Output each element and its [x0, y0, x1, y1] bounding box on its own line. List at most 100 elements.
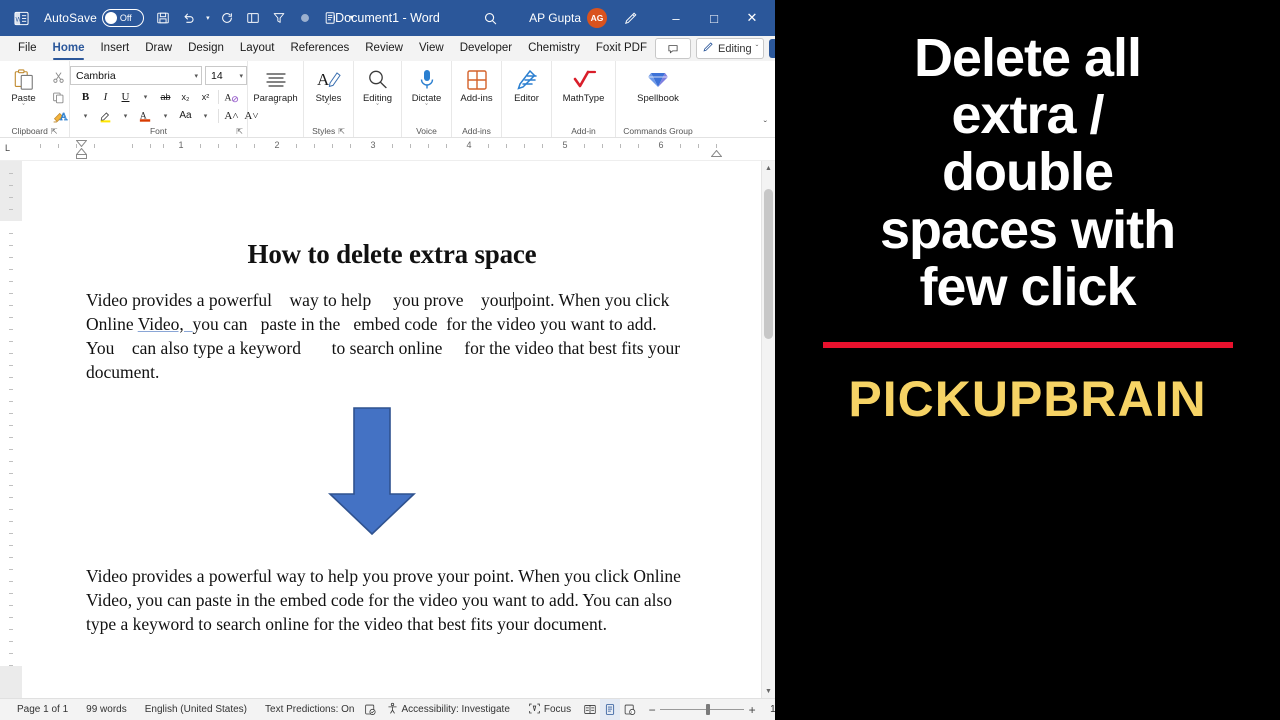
zoom-track[interactable] — [660, 709, 744, 710]
vertical-ruler[interactable] — [0, 161, 22, 698]
grow-font-button[interactable]: A˄ — [222, 107, 241, 124]
new-comment-icon[interactable] — [240, 5, 266, 31]
tab-layout[interactable]: Layout — [232, 36, 283, 61]
font-dialog-launcher-icon[interactable]: ⇱ — [236, 127, 243, 136]
document-page-scroll[interactable]: How to delete extra space Video provides… — [22, 161, 775, 698]
bold-button[interactable]: B — [76, 88, 95, 105]
add-ins-button[interactable]: Add-ins — [454, 65, 500, 104]
tab-review[interactable]: Review — [357, 36, 411, 61]
undo-icon[interactable] — [176, 5, 202, 31]
underline-chevron-down-icon[interactable]: ▾ — [136, 88, 155, 105]
editing-mode-button[interactable]: Editing ˇ — [696, 38, 764, 59]
proofing-icon[interactable] — [364, 699, 377, 720]
tab-design[interactable]: Design — [180, 36, 232, 61]
editor-button[interactable]: Editor — [504, 65, 550, 104]
font-size-combobox[interactable]: 14 ▾ — [205, 66, 247, 85]
tab-references[interactable]: References — [282, 36, 357, 61]
touch-mode-icon[interactable] — [292, 5, 318, 31]
tab-insert[interactable]: Insert — [92, 36, 137, 61]
tab-developer[interactable]: Developer — [452, 36, 520, 61]
status-accessibility[interactable]: Accessibility: Investigate — [377, 699, 519, 720]
change-case-chevron-down-icon[interactable]: ▾ — [196, 107, 215, 124]
zoom-level[interactable]: 120% — [764, 704, 775, 715]
redo-icon[interactable] — [214, 5, 240, 31]
save-icon[interactable] — [150, 5, 176, 31]
down-arrow-shape[interactable] — [327, 406, 417, 536]
scroll-down-icon[interactable]: ▼ — [762, 684, 775, 698]
comment-icon[interactable] — [655, 38, 691, 59]
down-arrow-shape-container[interactable] — [22, 406, 762, 536]
highlight-icon[interactable] — [96, 107, 115, 124]
status-word-count[interactable]: 99 words — [77, 699, 136, 720]
pen-icon[interactable] — [617, 5, 643, 31]
read-mode-icon[interactable] — [580, 699, 600, 720]
close-button[interactable]: ✕ — [733, 0, 771, 36]
cut-icon[interactable] — [49, 68, 69, 86]
tab-chemistry[interactable]: Chemistry — [520, 36, 588, 61]
share-button[interactable]: ˇ — [769, 39, 775, 58]
left-indent-marker[interactable] — [76, 154, 87, 159]
underline-button[interactable]: U — [116, 88, 135, 105]
document-vertical-scrollbar[interactable]: ▲ ▼ — [761, 161, 775, 698]
superscript-button[interactable]: x² — [196, 88, 215, 105]
right-indent-marker[interactable] — [711, 150, 722, 157]
zoom-handle[interactable] — [706, 704, 710, 715]
scrollbar-thumb[interactable] — [764, 189, 773, 339]
filter-icon[interactable] — [266, 5, 292, 31]
change-case-button[interactable]: Aa — [176, 107, 195, 124]
subscript-button[interactable]: x₂ — [176, 88, 195, 105]
status-focus[interactable]: Focus — [519, 699, 580, 720]
horizontal-ruler[interactable]: L 1 2 3 4 5 6 — [0, 138, 775, 161]
status-text-predictions[interactable]: Text Predictions: On — [256, 699, 363, 720]
zoom-slider[interactable]: − + — [640, 703, 764, 717]
clipboard-dialog-launcher-icon[interactable]: ⇱ — [51, 127, 58, 136]
status-page[interactable]: Page 1 of 1 — [8, 699, 77, 720]
document-paragraph-2[interactable]: Video provides a powerful way to help yo… — [86, 564, 697, 636]
copy-icon[interactable] — [49, 88, 69, 106]
document-page[interactable]: How to delete extra space Video provides… — [22, 161, 762, 698]
undo-chevron-icon[interactable]: ▾ — [202, 5, 214, 31]
font-color-chevron-down-icon[interactable]: ▾ — [156, 107, 175, 124]
collapse-ribbon-chevron-icon[interactable]: ˇ — [764, 120, 767, 131]
autosave-toggle[interactable]: Off — [102, 9, 144, 27]
online-video-link[interactable]: Video, — [138, 314, 193, 334]
tab-stop-selector[interactable]: L — [5, 143, 10, 153]
styles-dialog-launcher-icon[interactable]: ⇱ — [338, 127, 345, 136]
user-name[interactable]: AP Gupta — [529, 11, 581, 25]
minimize-button[interactable]: – — [657, 0, 695, 36]
tab-file[interactable]: File — [10, 36, 45, 61]
tab-home[interactable]: Home — [45, 36, 93, 61]
text-effects-icon[interactable]: A — [56, 107, 75, 124]
scroll-up-icon[interactable]: ▲ — [762, 161, 775, 175]
maximize-button[interactable]: □ — [695, 0, 733, 36]
tab-draw[interactable]: Draw — [137, 36, 180, 61]
web-layout-icon[interactable]: i — [620, 699, 640, 720]
avatar[interactable]: AG — [587, 8, 607, 28]
editing-button[interactable]: Editing ˇ — [355, 65, 401, 112]
styles-button[interactable]: A Styles ˇ — [306, 65, 352, 112]
spellbook-button[interactable]: Spellbook — [623, 65, 693, 104]
font-name-combobox[interactable]: Cambria ▾ — [70, 66, 202, 85]
word-icon[interactable]: W — [8, 5, 34, 31]
text-effects-chevron-down-icon[interactable]: ▾ — [76, 107, 95, 124]
zoom-in-button[interactable]: + — [744, 703, 760, 717]
zoom-out-button[interactable]: − — [644, 703, 660, 717]
dictate-button[interactable]: Dictate ˇ — [404, 65, 450, 112]
paragraph-button[interactable]: Paragraph ˇ — [253, 65, 299, 112]
font-color-icon[interactable]: A — [136, 107, 155, 124]
tab-view[interactable]: View — [411, 36, 452, 61]
strikethrough-button[interactable]: ab — [156, 88, 175, 105]
first-line-indent-marker[interactable] — [76, 140, 87, 147]
paste-button[interactable]: Paste ˇ — [1, 65, 47, 112]
document-paragraph-1[interactable]: Video provides a powerful way to help yo… — [86, 288, 697, 384]
customize-quick-access-icon[interactable]: ▾ — [344, 5, 360, 31]
tab-foxit-pdf[interactable]: Foxit PDF — [588, 36, 655, 61]
read-aloud-icon[interactable] — [318, 5, 344, 31]
highlight-chevron-down-icon[interactable]: ▾ — [116, 107, 135, 124]
mathtype-button[interactable]: MathType — [555, 65, 613, 104]
print-layout-icon[interactable] — [600, 699, 620, 720]
search-icon[interactable] — [477, 5, 503, 31]
status-language[interactable]: English (United States) — [136, 699, 256, 720]
clear-formatting-icon[interactable]: A — [222, 88, 241, 105]
italic-button[interactable]: I — [96, 88, 115, 105]
